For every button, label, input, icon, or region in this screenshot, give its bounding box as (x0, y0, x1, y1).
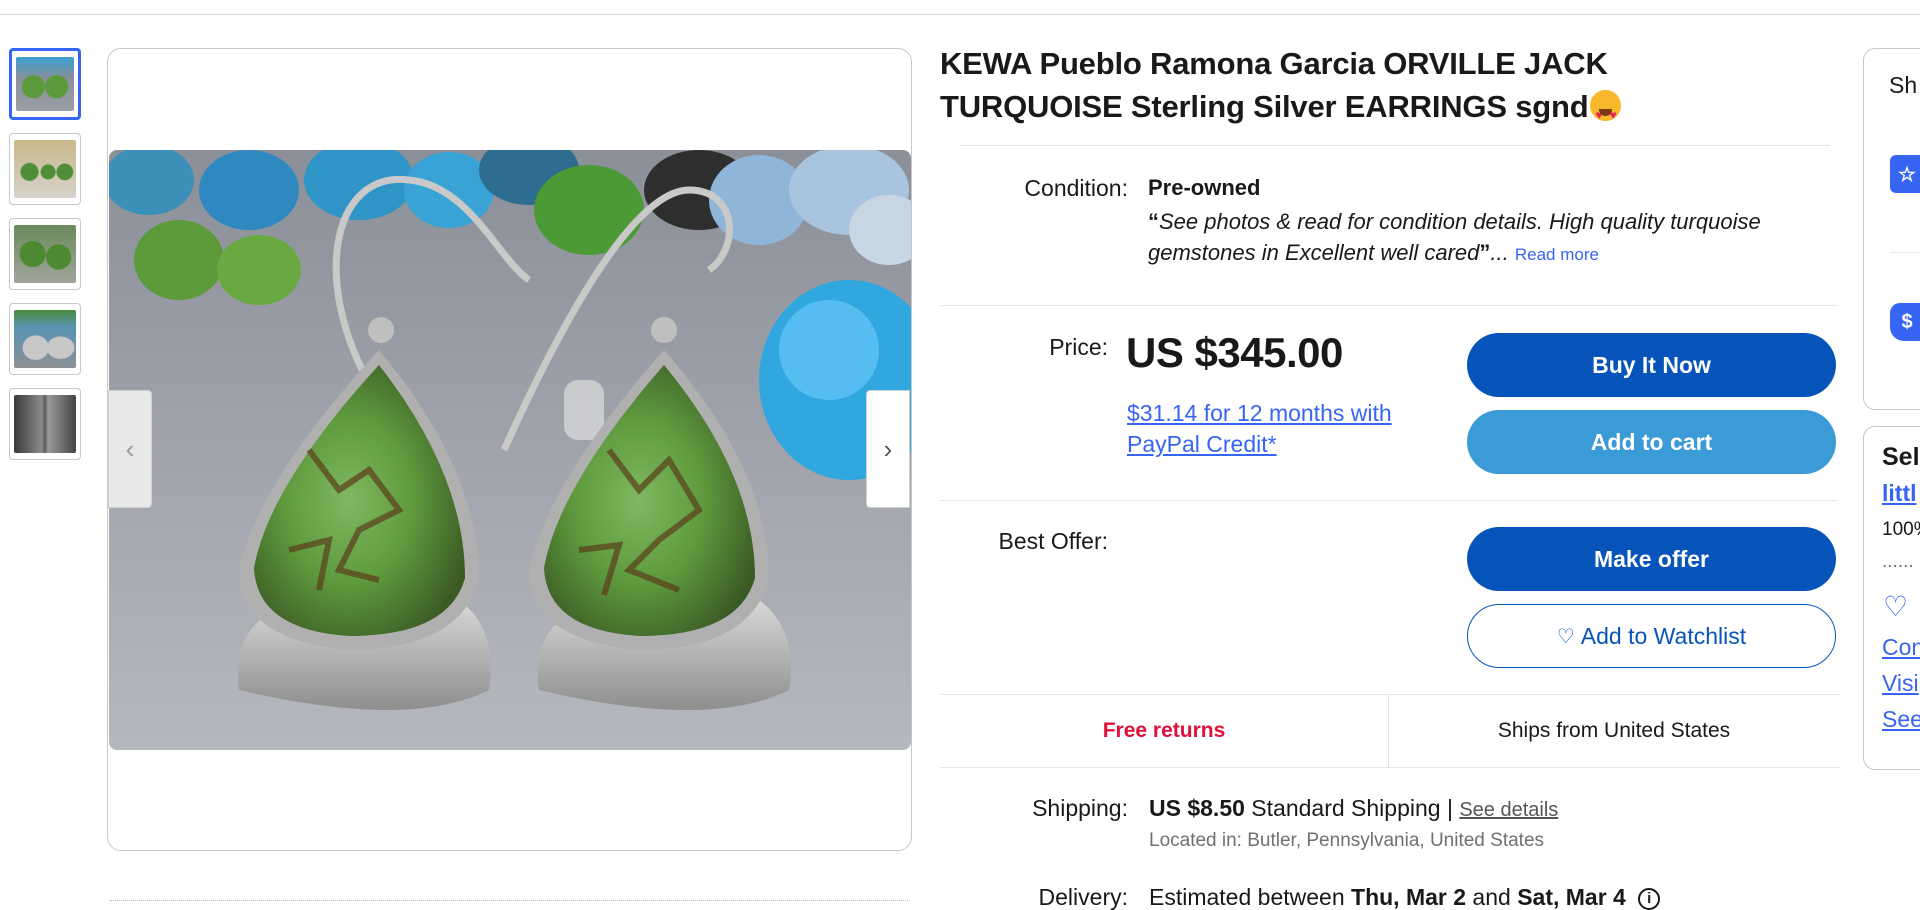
delivery-and: and (1472, 884, 1511, 910)
condition-description: “See photos & read for condition details… (1148, 206, 1798, 270)
best-offer-label: Best Offer: (998, 528, 1108, 554)
shipping-line: US $8.50 Standard Shipping | See details (1149, 795, 1558, 822)
header-divider (0, 14, 1920, 15)
make-offer-button[interactable]: Make offer (1467, 527, 1836, 591)
chevron-right-icon[interactable]: › (866, 390, 910, 508)
add-to-watchlist-button[interactable]: ♡ Add to Watchlist (1467, 604, 1836, 668)
visit-store-link[interactable]: Visi (1882, 670, 1919, 697)
thumbnail-strip (9, 48, 81, 473)
ellipsis: ... (1490, 240, 1509, 265)
paypal-credit-link[interactable]: $31.14 for 12 months with PayPal Credit* (1127, 398, 1427, 460)
delivery-end-date: Sat, Mar 4 (1517, 884, 1626, 910)
sidebar-divider (1890, 252, 1920, 253)
seller-name-link[interactable]: littl (1882, 480, 1917, 507)
thumbnail-5[interactable] (9, 388, 81, 460)
shop-with-confidence-card (1863, 48, 1920, 410)
price-label: Price: (1049, 334, 1108, 360)
thumbnail-1[interactable] (9, 48, 81, 120)
ships-from-text: Ships from United States (1497, 719, 1731, 742)
thumbnail-4[interactable] (9, 303, 81, 375)
title-divider (960, 145, 1830, 146)
section-divider (110, 900, 910, 901)
heart-eyes-emoji-icon (1590, 90, 1622, 137)
condition-label: Condition: (1024, 175, 1128, 201)
shipping-cost: US $8.50 (1149, 795, 1245, 821)
free-returns-badge: Free returns (1102, 719, 1226, 742)
price-divider (940, 500, 1837, 501)
save-seller-heart-icon[interactable]: ♡ (1883, 590, 1908, 623)
thumbnail-2[interactable] (9, 133, 81, 205)
quote-open: “ (1148, 209, 1159, 234)
chevron-left-icon[interactable]: ‹ (108, 390, 152, 508)
read-more-link[interactable]: Read more (1515, 245, 1599, 264)
see-details-link[interactable]: See details (1459, 799, 1558, 821)
star-badge-icon: ☆ (1890, 155, 1920, 193)
contact-seller-link[interactable]: Con (1882, 634, 1920, 661)
buy-it-now-button[interactable]: Buy It Now (1467, 333, 1836, 397)
shipping-label: Shipping: (1032, 795, 1128, 821)
seller-dots: ...... (1882, 551, 1914, 572)
seller-heading: Sel (1882, 443, 1920, 471)
product-title-text: KEWA Pueblo Ramona Garcia ORVILLE JACK T… (940, 46, 1608, 124)
info-icon[interactable]: i (1638, 888, 1661, 910)
condition-description-text: See photos & read for condition details.… (1148, 209, 1761, 265)
dollar-shield-icon: $ (1890, 303, 1920, 341)
price-value: US $345.00 (1126, 329, 1343, 376)
sidebar-card1-heading: Sh (1889, 72, 1918, 98)
delivery-prefix: Estimated between (1149, 884, 1345, 910)
quote-close: ” (1479, 240, 1491, 265)
product-photo[interactable] (109, 150, 911, 750)
returns-shipping-row: Free returns Ships from United States (940, 694, 1840, 769)
shipping-method: Standard Shipping | (1251, 795, 1453, 821)
delivery-estimate: Estimated between Thu, Mar 2 and Sat, Ma… (1149, 884, 1661, 910)
thumbnail-3[interactable] (9, 218, 81, 290)
see-other-items-link[interactable]: See (1882, 706, 1920, 733)
condition-value: Pre-owned (1148, 175, 1261, 200)
condition-divider (940, 305, 1837, 306)
delivery-label: Delivery: (1038, 884, 1128, 910)
delivery-start-date: Thu, Mar 2 (1351, 884, 1467, 910)
add-to-cart-button[interactable]: Add to cart (1467, 410, 1836, 474)
item-location: Located in: Butler, Pennsylvania, United… (1149, 830, 1545, 851)
watchlist-label: Add to Watchlist (1580, 622, 1747, 649)
heart-outline-icon: ♡ (1556, 625, 1575, 648)
seller-feedback: 100% (1882, 519, 1920, 540)
main-image-panel[interactable] (107, 48, 912, 851)
product-title: KEWA Pueblo Ramona Garcia ORVILLE JACK T… (940, 42, 1770, 137)
